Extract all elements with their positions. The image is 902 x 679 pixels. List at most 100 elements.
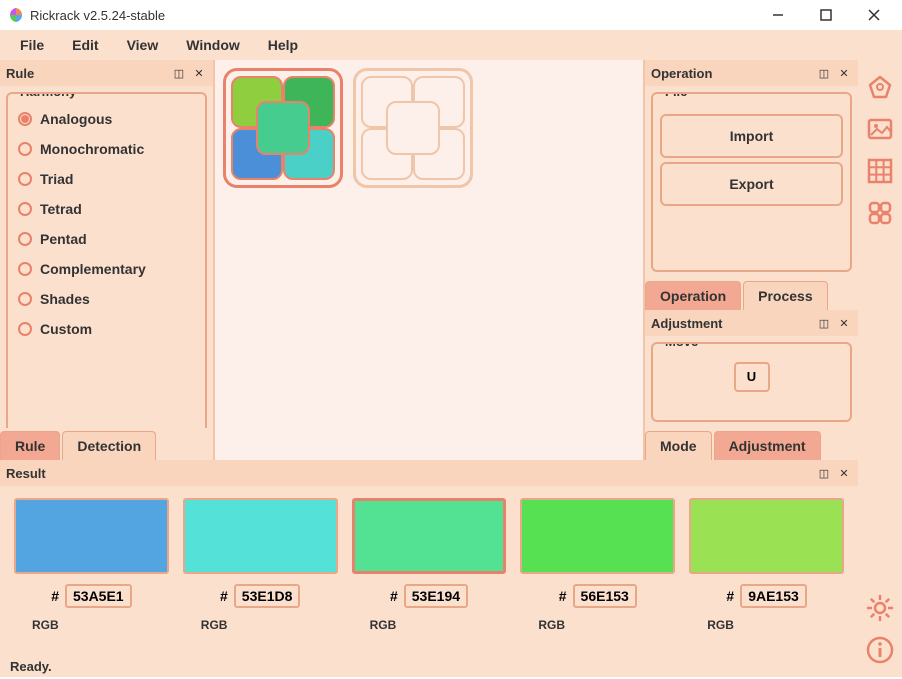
harmony-option-tetrad[interactable]: Tetrad	[14, 194, 199, 224]
harmony-option-complementary[interactable]: Complementary	[14, 254, 199, 284]
result-color-2: #53E194 RGB	[352, 498, 507, 632]
move-up-button[interactable]: U	[734, 362, 770, 392]
swatch-empty	[386, 101, 440, 155]
rule-panel: Rule ◫ ✕ Harmony Analogous Monochromatic T…	[0, 60, 215, 460]
close-button[interactable]	[854, 1, 894, 29]
wheel-icon[interactable]	[863, 70, 897, 104]
rgb-label: RGB	[201, 618, 228, 632]
status-text: Ready.	[10, 659, 52, 674]
radio-icon	[18, 112, 32, 126]
result-swatch[interactable]	[14, 498, 169, 574]
result-color-3: #56E153 RGB	[520, 498, 675, 632]
maximize-button[interactable]	[806, 1, 846, 29]
titlebar: Rickrack v2.5.24-stable	[0, 0, 902, 30]
float-icon[interactable]: ◫	[816, 465, 832, 481]
hex-row: #53A5E1	[51, 584, 131, 608]
radio-icon	[18, 202, 32, 216]
swatch-center[interactable]	[256, 101, 310, 155]
hex-row: #53E1D8	[220, 584, 300, 608]
rgb-label: RGB	[538, 618, 565, 632]
harmony-option-analogous[interactable]: Analogous	[14, 104, 199, 134]
menu-help[interactable]: Help	[256, 33, 310, 57]
hex-row: #56E153	[559, 584, 637, 608]
adjustment-panel-title: Adjustment	[651, 316, 723, 331]
close-icon[interactable]: ✕	[836, 465, 852, 481]
tab-operation[interactable]: Operation	[645, 281, 741, 310]
file-legend: File	[661, 92, 691, 99]
grid-icon[interactable]	[863, 154, 897, 188]
radio-icon	[18, 292, 32, 306]
app-icon	[8, 7, 24, 23]
tab-rule[interactable]: Rule	[0, 431, 60, 460]
result-swatch[interactable]	[352, 498, 507, 574]
float-icon[interactable]: ◫	[816, 65, 832, 81]
rgb-label: RGB	[32, 618, 59, 632]
radio-icon	[18, 142, 32, 156]
tab-detection[interactable]: Detection	[62, 431, 156, 460]
menu-edit[interactable]: Edit	[60, 33, 110, 57]
toolbar-right	[858, 60, 902, 677]
harmony-option-custom[interactable]: Custom	[14, 314, 199, 344]
harmony-legend: Harmony	[16, 92, 80, 99]
close-icon[interactable]: ✕	[836, 315, 852, 331]
radio-label: Monochromatic	[40, 141, 144, 157]
menu-window[interactable]: Window	[174, 33, 252, 57]
import-button[interactable]: Import	[660, 114, 843, 158]
radio-label: Analogous	[40, 111, 112, 127]
minimize-button[interactable]	[758, 1, 798, 29]
float-icon[interactable]: ◫	[816, 315, 832, 331]
radio-label: Custom	[40, 321, 92, 337]
radio-label: Pentad	[40, 231, 87, 247]
tab-mode[interactable]: Mode	[645, 431, 712, 460]
hex-input[interactable]: 53E1D8	[234, 584, 301, 608]
hex-row: #53E194	[390, 584, 468, 608]
hex-input[interactable]: 53A5E1	[65, 584, 132, 608]
statusbar: Ready.	[0, 655, 858, 677]
rule-panel-title: Rule	[6, 66, 34, 81]
radio-label: Tetrad	[40, 201, 82, 217]
close-icon[interactable]: ✕	[191, 65, 207, 81]
radio-icon	[18, 262, 32, 276]
hash: #	[726, 588, 734, 604]
workspace	[215, 60, 643, 460]
hash: #	[390, 588, 398, 604]
board-icon[interactable]	[863, 196, 897, 230]
operation-panel: Operation ◫ ✕ File Import Export Operati…	[645, 60, 858, 310]
result-swatch[interactable]	[689, 498, 844, 574]
hex-row: #9AE153	[726, 584, 806, 608]
rgb-label: RGB	[707, 618, 734, 632]
image-icon[interactable]	[863, 112, 897, 146]
hash: #	[559, 588, 567, 604]
menubar: File Edit View Window Help	[0, 30, 902, 60]
settings-icon[interactable]	[863, 591, 897, 625]
radio-label: Shades	[40, 291, 90, 307]
result-panel-title: Result	[6, 466, 46, 481]
menu-view[interactable]: View	[115, 33, 171, 57]
harmony-option-monochromatic[interactable]: Monochromatic	[14, 134, 199, 164]
close-icon[interactable]: ✕	[836, 65, 852, 81]
info-icon[interactable]	[863, 633, 897, 667]
result-swatch[interactable]	[520, 498, 675, 574]
hex-input[interactable]: 9AE153	[740, 584, 807, 608]
radio-icon	[18, 322, 32, 336]
hex-input[interactable]: 53E194	[404, 584, 468, 608]
result-panel: Result ◫ ✕ #53A5E1 RGB #53E1D8 RGB #53E194 RG…	[0, 460, 858, 655]
harmony-option-triad[interactable]: Triad	[14, 164, 199, 194]
hex-input[interactable]: 56E153	[573, 584, 637, 608]
color-set-empty[interactable]	[353, 68, 473, 188]
float-icon[interactable]: ◫	[171, 65, 187, 81]
app-title: Rickrack v2.5.24-stable	[30, 8, 165, 23]
harmony-option-shades[interactable]: Shades	[14, 284, 199, 314]
harmony-option-pentad[interactable]: Pentad	[14, 224, 199, 254]
radio-icon	[18, 172, 32, 186]
export-button[interactable]: Export	[660, 162, 843, 206]
tab-process[interactable]: Process	[743, 281, 827, 310]
operation-panel-title: Operation	[651, 66, 712, 81]
menu-file[interactable]: File	[8, 33, 56, 57]
adjustment-panel: Adjustment ◫ ✕ Move U Mode Adjustment	[645, 310, 858, 460]
result-swatch[interactable]	[183, 498, 338, 574]
color-set-active[interactable]	[223, 68, 343, 188]
tab-adjustment[interactable]: Adjustment	[714, 431, 821, 460]
rgb-label: RGB	[370, 618, 397, 632]
hash: #	[220, 588, 228, 604]
